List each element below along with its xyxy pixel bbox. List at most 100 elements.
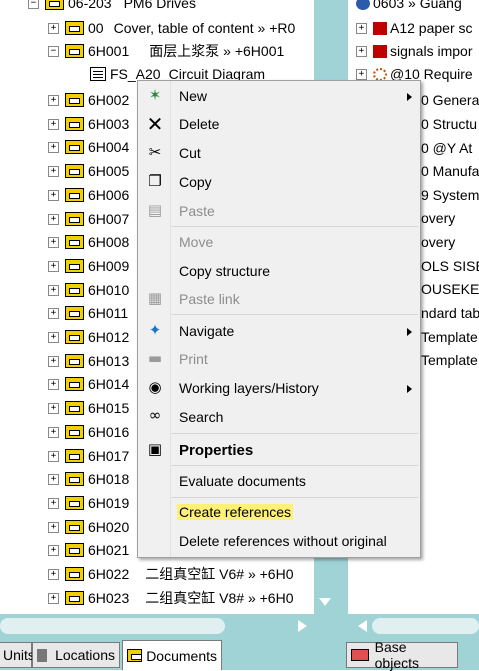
expand-icon[interactable]: + — [48, 378, 59, 390]
tab-units[interactable]: Units — [0, 642, 35, 668]
tree-item[interactable]: +6H019 — [48, 492, 129, 514]
expand-icon[interactable]: + — [48, 118, 59, 130]
expand-icon[interactable]: + — [48, 450, 59, 462]
context-menu: ✶ New ✕ Delete ✂ Cut ❐ Copy ▤ Paste Move… — [137, 80, 421, 558]
tree-item[interactable]: +6H006 — [48, 184, 129, 206]
tree-item[interactable]: overy — [421, 207, 455, 229]
scroll-left-arrow-icon[interactable] — [358, 620, 367, 632]
expand-icon[interactable]: + — [48, 426, 59, 438]
tree-item[interactable]: Template — [421, 349, 478, 371]
tab-locations[interactable]: Locations — [32, 642, 120, 668]
tree-item[interactable]: Template — [421, 326, 478, 348]
tree-item[interactable]: +6H015 — [48, 397, 129, 419]
expand-icon[interactable]: + — [48, 189, 59, 201]
expand-icon[interactable]: + — [48, 568, 59, 580]
tree-item[interactable]: +6H007 — [48, 208, 129, 230]
menu-item-create-references[interactable]: Create references — [177, 504, 294, 520]
tree-item[interactable]: OLS SISE — [421, 255, 479, 277]
expand-icon[interactable]: + — [48, 94, 59, 106]
menu-item-paste-link[interactable]: Paste link — [179, 291, 240, 307]
tree-item[interactable]: +6H002 — [48, 89, 129, 111]
expand-icon[interactable]: + — [356, 45, 367, 57]
expand-icon[interactable]: + — [48, 284, 59, 296]
menu-item-print[interactable]: Print — [179, 351, 208, 367]
menu-item-copy-structure[interactable]: Copy structure — [179, 263, 270, 279]
tree-item[interactable]: − 6H001 面层上浆泵 » +6H001 — [48, 40, 284, 62]
tree-item[interactable]: 0 Genera — [421, 89, 479, 111]
folder-icon — [65, 591, 84, 605]
globe-icon — [356, 0, 370, 10]
tree-item[interactable]: + 6H022 二组真空缸 V6# » +6H0 — [48, 563, 294, 585]
expand-icon[interactable]: + — [48, 213, 59, 225]
tab-base-objects[interactable]: Base objects — [346, 639, 458, 671]
expand-icon[interactable]: + — [356, 22, 367, 34]
right-horizontal-scrollbar[interactable] — [348, 614, 479, 640]
expand-icon[interactable]: + — [48, 22, 59, 34]
menu-item-copy[interactable]: Copy — [179, 174, 212, 190]
menu-item-new[interactable]: New — [179, 88, 207, 104]
tree-item[interactable]: +6H018 — [48, 468, 129, 490]
tab-documents[interactable]: Documents — [122, 640, 222, 670]
scroll-thumb[interactable] — [0, 618, 225, 634]
tree-item[interactable]: +6H017 — [48, 445, 129, 467]
expand-icon[interactable]: + — [48, 260, 59, 272]
expand-icon[interactable]: + — [48, 236, 59, 248]
tree-item[interactable]: +6H016 — [48, 421, 129, 443]
tree-item[interactable]: +6H013 — [48, 350, 129, 372]
expand-icon[interactable]: + — [48, 497, 59, 509]
collapse-icon[interactable]: − — [28, 0, 39, 9]
scroll-right-arrow-icon[interactable] — [298, 620, 307, 632]
menu-item-cut[interactable]: Cut — [179, 145, 201, 161]
tree-item[interactable]: +6H020 — [48, 516, 129, 538]
tree-item[interactable]: +6H011 — [48, 302, 128, 324]
tree-item[interactable]: + A12 paper sc — [356, 17, 473, 39]
scroll-down-arrow-icon[interactable] — [319, 598, 331, 606]
expand-icon[interactable]: + — [356, 68, 367, 80]
expand-icon[interactable]: + — [48, 141, 59, 153]
expand-icon[interactable]: + — [48, 165, 59, 177]
folder-icon — [65, 164, 84, 178]
tree-item[interactable]: +6H021 — [48, 539, 129, 561]
expand-icon[interactable]: + — [48, 355, 59, 367]
scroll-thumb[interactable] — [372, 618, 479, 634]
tree-item[interactable]: +6H004 — [48, 136, 129, 158]
tree-item[interactable]: +6H010 — [48, 279, 129, 301]
menu-item-delete[interactable]: Delete — [179, 116, 219, 132]
tree-item[interactable]: +6H014 — [48, 373, 129, 395]
tree-root-row[interactable]: − 06-203 PM6 Drives — [28, 0, 196, 14]
expand-icon[interactable]: + — [48, 307, 59, 319]
expand-icon[interactable]: + — [48, 331, 59, 343]
expand-icon[interactable]: + — [48, 544, 59, 556]
tree-item[interactable]: +6H012 — [48, 326, 129, 348]
menu-item-properties[interactable]: Properties — [179, 442, 253, 459]
tree-item[interactable]: 0 @Y At — [421, 137, 472, 159]
tree-item[interactable]: ndard tabl — [421, 302, 479, 324]
tree-item[interactable]: 0 Manufa — [421, 160, 479, 182]
tree-item[interactable]: +6H008 — [48, 231, 129, 253]
left-horizontal-scrollbar[interactable] — [0, 614, 336, 640]
expand-icon[interactable]: + — [48, 592, 59, 604]
tree-item[interactable]: + 6H023 二组真空缸 V8# » +6H0 — [48, 587, 294, 609]
tree-item[interactable]: 0 Structu — [421, 113, 477, 135]
tree-item[interactable]: +6H009 — [48, 255, 129, 277]
navigate-icon: ✦ — [148, 321, 162, 339]
expand-icon[interactable]: + — [48, 521, 59, 533]
menu-item-delete-references[interactable]: Delete references without original — [179, 533, 387, 549]
expand-icon[interactable]: + — [48, 402, 59, 414]
menu-item-navigate[interactable]: Navigate — [179, 323, 234, 339]
tree-item[interactable]: 9 System — [421, 184, 479, 206]
tree-item[interactable]: 0603 » Guang — [356, 0, 462, 14]
tree-item[interactable]: +6H003 — [48, 113, 129, 135]
menu-item-paste[interactable]: Paste — [179, 203, 215, 219]
expand-icon[interactable]: + — [48, 473, 59, 485]
menu-item-evaluate-documents[interactable]: Evaluate documents — [179, 473, 306, 489]
collapse-icon[interactable]: − — [48, 45, 59, 57]
tree-item[interactable]: OUSEKEEP — [421, 278, 479, 300]
tree-item[interactable]: +6H005 — [48, 160, 129, 182]
tree-item[interactable]: + signals impor — [356, 40, 472, 62]
tree-item[interactable]: overy — [421, 231, 455, 253]
menu-item-working-layers[interactable]: Working layers/History — [179, 380, 319, 396]
menu-item-move[interactable]: Move — [179, 234, 213, 250]
tree-item[interactable]: + 00 Cover, table of content » +R0 — [48, 17, 295, 39]
menu-item-search[interactable]: Search — [179, 409, 223, 425]
